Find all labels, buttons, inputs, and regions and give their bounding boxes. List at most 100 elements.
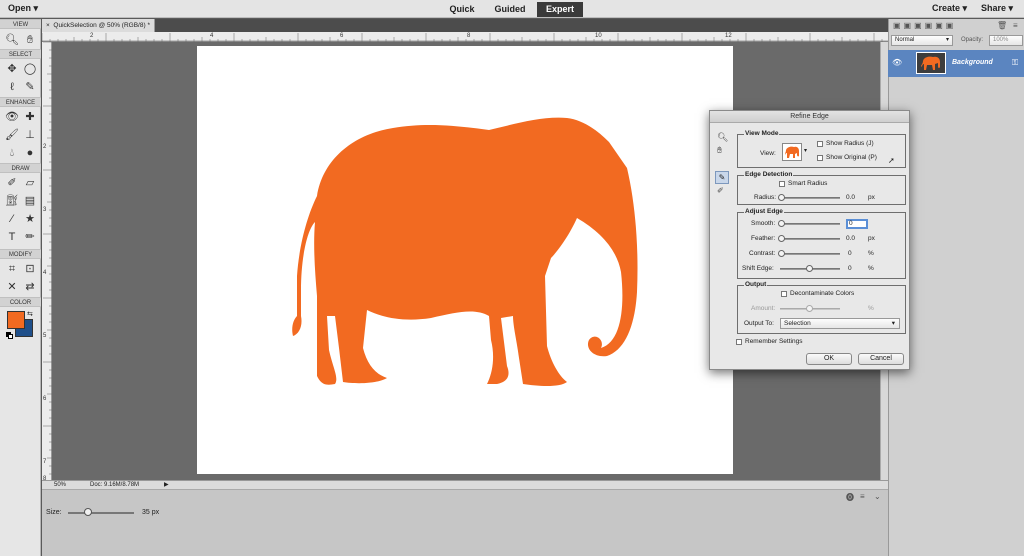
show-original-label: Show Original (P)	[826, 154, 877, 161]
gradient-icon[interactable]: ▤	[22, 193, 38, 209]
mode-expert[interactable]: Expert	[537, 2, 583, 17]
lasso-icon[interactable]: ℓ	[4, 79, 20, 95]
smooth-slider-knob[interactable]	[778, 220, 785, 227]
view-mode-title: View Mode	[744, 130, 780, 137]
share-menu[interactable]: Share ▾	[981, 3, 1013, 14]
view-mode-group: View Mode View: ▾ Show Radius (J) Show O…	[737, 130, 906, 168]
section-enhance: ENHANCE	[0, 97, 41, 107]
blur-icon[interactable]: 💧︎	[4, 145, 20, 161]
ruler-label: 8	[467, 33, 471, 39]
size-slider-knob[interactable]	[83, 508, 92, 516]
remember-settings-checkbox[interactable]	[736, 339, 742, 345]
sponge-icon[interactable]: ●	[22, 145, 38, 161]
recompose-icon[interactable]: ⊡	[22, 261, 38, 277]
document-tab-bar	[42, 19, 888, 32]
ruler-label: 6	[340, 33, 344, 39]
view-mode-thumbnail[interactable]	[782, 143, 802, 161]
refine-radius-brush-icon[interactable]: ✎	[715, 171, 729, 184]
eraser-icon[interactable]: ▱	[22, 175, 38, 191]
show-original-checkbox[interactable]	[817, 155, 823, 161]
cancel-button[interactable]: Cancel	[858, 353, 904, 365]
marquee-icon[interactable]: ◯	[22, 61, 38, 77]
adjust-edge-title: Adjust Edge	[744, 208, 784, 215]
layer-row-background[interactable]: 👁︎ Background ⚿	[888, 50, 1024, 77]
erase-refinements-icon[interactable]: ✐	[717, 186, 724, 195]
ruler-label: 4	[210, 33, 214, 39]
layer-thumbnail	[916, 52, 946, 74]
smart-brush-icon[interactable]: 🖌︎	[4, 127, 20, 143]
toolbox: VIEW 🔍︎ ✋︎ SELECT ✥ ◯ ℓ ✎ ENHANCE 👁︎ ✚ 🖌…	[0, 19, 41, 556]
shift-edge-value: 0	[848, 265, 852, 272]
opacity-field[interactable]: 100%	[989, 35, 1023, 46]
image-canvas[interactable]	[197, 46, 733, 474]
contrast-slider-knob[interactable]	[778, 250, 785, 257]
swap-colors-icon[interactable]: ⇆	[27, 310, 33, 318]
brush-icon[interactable]: ✐	[4, 175, 20, 191]
status-menu-icon[interactable]: ▶	[164, 481, 169, 489]
feather-slider-track[interactable]	[780, 238, 840, 240]
collapse-icon[interactable]: ⌄	[874, 492, 881, 501]
type-icon[interactable]: T	[4, 229, 20, 245]
clone-stamp-icon[interactable]: ⊥	[22, 127, 38, 143]
size-slider-track[interactable]	[68, 512, 134, 514]
crop-icon[interactable]: ⌗	[4, 261, 20, 277]
radius-slider-knob[interactable]	[778, 194, 785, 201]
move-icon[interactable]: ✥	[4, 61, 20, 77]
radius-label: Radius:	[754, 194, 777, 201]
ruler-label: 12	[725, 33, 732, 39]
straighten-icon[interactable]: ✕	[4, 279, 20, 295]
decontaminate-checkbox[interactable]	[781, 291, 787, 297]
mode-quick[interactable]: Quick	[445, 2, 479, 17]
custom-shape-icon[interactable]: ★	[22, 211, 38, 227]
hand-icon[interactable]: ✋︎	[22, 32, 38, 48]
ruler-label: 3	[43, 207, 47, 213]
open-menu[interactable]: Open ▾	[8, 3, 38, 14]
layer-actions-icon[interactable]: ▣▣▣▣▣▣	[893, 21, 956, 30]
paint-bucket-icon[interactable]: ⛽︎	[4, 193, 20, 209]
view-dropdown-icon[interactable]: ▾	[804, 147, 807, 154]
content-aware-move-icon[interactable]: ⇄	[22, 279, 38, 295]
adjust-edge-group: Adjust Edge Smooth: 0 Feather: 0.0 px Co…	[737, 208, 906, 279]
radius-slider-track[interactable]	[780, 197, 840, 199]
foreground-color-swatch[interactable]	[7, 311, 25, 329]
close-tab-icon[interactable]: ×	[46, 22, 50, 29]
create-menu[interactable]: Create ▾	[932, 3, 967, 14]
red-eye-icon[interactable]: 👁︎	[4, 109, 20, 125]
layer-lock-icon[interactable]: ⚿	[1012, 58, 1018, 68]
zoom-icon[interactable]: 🔍︎	[4, 32, 20, 48]
amount-slider-knob	[806, 305, 813, 312]
menu-bar: Open ▾ Quick Guided Expert Create ▾ Shar…	[0, 0, 1024, 18]
quick-selection-icon[interactable]: ✎	[22, 79, 38, 95]
visibility-eye-icon[interactable]: 👁︎	[892, 58, 902, 67]
smart-radius-checkbox[interactable]	[779, 181, 785, 187]
show-radius-checkbox[interactable]	[817, 141, 823, 147]
amount-unit: %	[868, 305, 874, 312]
help-icon[interactable]: ⓿	[846, 492, 854, 503]
ok-button[interactable]: OK	[806, 353, 852, 365]
feather-value: 0.0	[846, 235, 856, 242]
panel-menu-icon[interactable]: ≡	[1013, 21, 1018, 30]
mode-guided[interactable]: Guided	[490, 2, 530, 17]
document-tab[interactable]: × QuickSelection @ 50% (RGB/8) *	[42, 19, 155, 32]
output-to-select[interactable]: Selection ▾	[780, 318, 900, 329]
eyedropper-icon[interactable]: ⁄	[4, 211, 20, 227]
radius-unit: px	[868, 194, 875, 201]
default-colors-icon[interactable]	[6, 332, 13, 339]
trash-icon[interactable]: 🗑︎	[997, 21, 1007, 30]
options-menu-icon[interactable]: ≡	[860, 492, 865, 501]
document-tab-title: QuickSelection @ 50% (RGB/8) *	[53, 22, 150, 29]
ruler-label: 2	[43, 144, 47, 150]
zoom-readout[interactable]: 50%	[54, 481, 66, 489]
blend-mode-select[interactable]: Normal ▾	[891, 35, 953, 46]
smooth-slider-track[interactable]	[780, 223, 840, 225]
pencil-icon[interactable]: ✏︎	[22, 229, 38, 245]
feather-slider-knob[interactable]	[778, 235, 785, 242]
healing-icon[interactable]: ✚	[22, 109, 38, 125]
smooth-input[interactable]: 0	[846, 219, 868, 229]
contrast-slider-track[interactable]	[780, 253, 840, 255]
ruler-label: 4	[43, 270, 47, 276]
shift-edge-slider-knob[interactable]	[806, 265, 813, 272]
layer-name: Background	[952, 59, 993, 66]
hand-icon[interactable]: ✋︎	[717, 145, 722, 156]
zoom-icon[interactable]: 🔍︎	[717, 132, 728, 143]
